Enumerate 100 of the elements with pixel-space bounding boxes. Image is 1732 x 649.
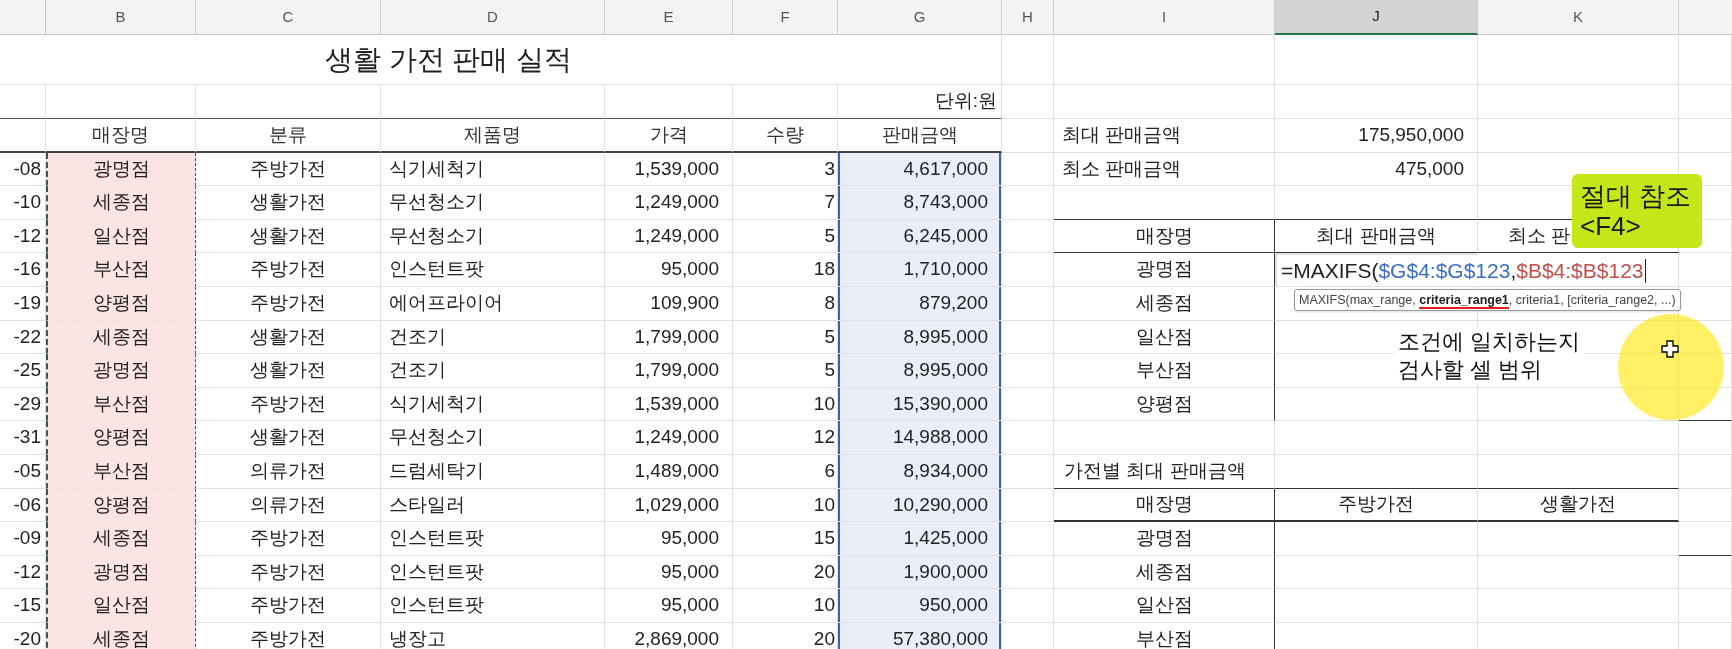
table-cell: 무선청소기 xyxy=(381,186,605,220)
table-cell xyxy=(1002,589,1054,623)
table-cell: 2,869,000 xyxy=(605,622,733,649)
sheet-title: 생활 가전 판매 실적 xyxy=(0,35,1002,85)
table-cell: 인스턴트팟 xyxy=(381,253,605,287)
column-header[interactable]: J xyxy=(1275,0,1478,35)
table-cell: 세종점 xyxy=(46,522,196,556)
table-cell: 주방가전 xyxy=(1275,488,1478,523)
table-cell: 생활가전 xyxy=(196,219,381,254)
table-cell: 6,245,000 xyxy=(838,219,1002,254)
table-cell: 1,489,000 xyxy=(605,454,733,489)
column-header[interactable]: C xyxy=(196,0,381,35)
caption-text: 조건에 일치하는지 xyxy=(1398,328,1581,356)
table-cell: 1,425,000 xyxy=(838,522,1002,556)
table-cell: 광명점 xyxy=(1054,522,1275,556)
table-cell: 95,000 xyxy=(605,522,733,556)
table-cell: 부산점 xyxy=(46,387,196,422)
table-cell: 57,380,000 xyxy=(838,622,1002,649)
table-cell: 주방가전 xyxy=(196,589,381,623)
callout-text: 절대 참조 xyxy=(1580,181,1693,211)
table-cell xyxy=(1679,354,1732,388)
table-cell: 식기세척기 xyxy=(381,387,605,422)
table-cell: 1,799,000 xyxy=(605,320,733,355)
table-cell xyxy=(1679,119,1732,153)
column-header[interactable] xyxy=(0,0,46,35)
table-cell xyxy=(1002,354,1054,388)
table-cell: 세종점 xyxy=(46,320,196,355)
table-cell xyxy=(1002,186,1054,220)
table-cell xyxy=(1679,488,1732,523)
column-header[interactable]: F xyxy=(733,0,838,35)
table-cell: 양평점 xyxy=(46,421,196,455)
table-cell xyxy=(1002,35,1054,85)
table-cell: 양평점 xyxy=(46,488,196,523)
table-cell: 세종점 xyxy=(1054,286,1275,321)
table-cell: 1,539,000 xyxy=(605,152,733,187)
table-cell: 인스턴트팟 xyxy=(381,589,605,623)
table-cell: 건조기 xyxy=(381,320,605,355)
table-cell: 건조기 xyxy=(381,354,605,388)
table-cell: 주방가전 xyxy=(196,522,381,556)
table-cell xyxy=(1002,421,1054,455)
table-cell: 주방가전 xyxy=(196,387,381,422)
table-cell: 수량 xyxy=(733,119,838,153)
table-cell: 무선청소기 xyxy=(381,219,605,254)
table-cell: 879,200 xyxy=(838,286,1002,321)
table-cell xyxy=(1679,421,1732,455)
column-header[interactable]: H xyxy=(1002,0,1054,35)
column-header[interactable]: B xyxy=(46,0,196,35)
table-cell: 최대 판매금액 xyxy=(1054,119,1275,153)
table-cell: 일산점 xyxy=(1054,320,1275,355)
table-cell: 생활가전 xyxy=(196,320,381,355)
table-cell: 드럼세탁기 xyxy=(381,454,605,489)
table-cell: 1,539,000 xyxy=(605,387,733,422)
table-cell: 일산점 xyxy=(46,219,196,254)
table-cell: 생활가전 xyxy=(196,421,381,455)
table-cell: 광명점 xyxy=(46,354,196,388)
table-cell xyxy=(1002,488,1054,523)
table-cell: 가전별 최대 판매금액 xyxy=(1054,454,1275,489)
table-cell: 8,995,000 xyxy=(838,320,1002,355)
table-cell xyxy=(1679,320,1732,355)
table-cell xyxy=(0,119,46,153)
table-cell: 냉장고 xyxy=(381,622,605,649)
table-cell: 생활가전 xyxy=(196,186,381,220)
table-cell: 1,249,000 xyxy=(605,219,733,254)
table-cell xyxy=(1679,286,1732,321)
column-header[interactable]: K xyxy=(1478,0,1679,35)
table-cell: 8,995,000 xyxy=(838,354,1002,388)
table-cell: 175,950,000 xyxy=(1275,119,1478,153)
table-cell: 매장명 xyxy=(1054,219,1275,254)
column-header[interactable]: G xyxy=(838,0,1002,35)
table-cell: 주방가전 xyxy=(196,286,381,321)
column-header[interactable]: D xyxy=(381,0,605,35)
table-cell xyxy=(1002,320,1054,355)
table-cell: 부산점 xyxy=(1054,622,1275,649)
table-cell: 매장명 xyxy=(1054,488,1275,523)
table-cell: 14,988,000 xyxy=(838,421,1002,455)
table-cell: 세종점 xyxy=(1054,555,1275,590)
table-cell: 1,249,000 xyxy=(605,186,733,220)
table-cell xyxy=(1002,522,1054,556)
table-cell: 광명점 xyxy=(46,555,196,590)
table-cell: 475,000 xyxy=(1275,152,1478,187)
table-cell: 15,390,000 xyxy=(838,387,1002,422)
table-cell: 무선청소기 xyxy=(381,421,605,455)
table-cell: 세종점 xyxy=(46,186,196,220)
table-cell xyxy=(1002,119,1054,153)
column-header[interactable]: E xyxy=(605,0,733,35)
table-cell: 최소 판매금액 xyxy=(1054,152,1275,187)
table-cell: 4,617,000 xyxy=(838,152,1002,187)
table-cell xyxy=(1679,85,1732,119)
table-cell: 단위:원 xyxy=(838,85,1002,119)
table-cell: 주방가전 xyxy=(196,555,381,590)
table-cell: 95,000 xyxy=(605,589,733,623)
table-cell: 의류가전 xyxy=(196,454,381,489)
table-cell: 에어프라이어 xyxy=(381,286,605,321)
table-cell xyxy=(1002,286,1054,321)
caption-text: 검사할 셀 범위 xyxy=(1398,356,1544,384)
table-cell: 최대 판매금액 xyxy=(1275,219,1478,254)
table-cell xyxy=(1002,555,1054,590)
function-tooltip: MAXIFS(max_range, criteria_range1, criteria1, [criteria_range2, ...) xyxy=(1294,289,1681,311)
table-cell: 1,029,000 xyxy=(605,488,733,523)
cursor-icon xyxy=(1661,340,1679,358)
